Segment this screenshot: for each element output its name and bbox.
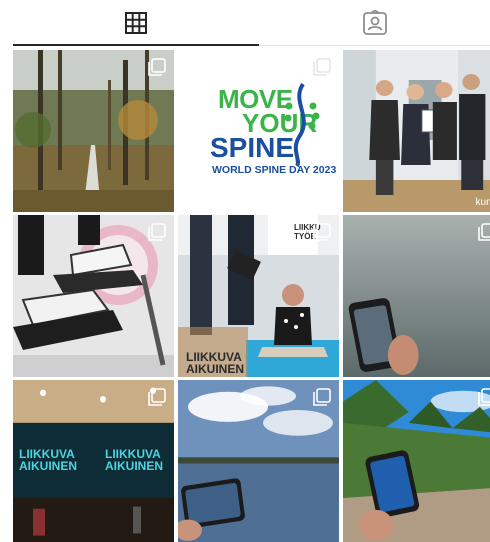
screen-logo-right-line2: AIKUINEN — [105, 459, 164, 473]
kumu-watermark: kumu — [475, 197, 490, 208]
forest-phone-image — [343, 380, 490, 542]
tab-posts-grid[interactable] — [13, 0, 259, 46]
multiple-posts-icon — [478, 388, 490, 406]
logo-line2: AIKUINEN — [186, 362, 245, 376]
tab-tagged[interactable] — [259, 0, 490, 46]
profile-tab-bar — [0, 0, 490, 46]
post-tile-stepper-machine[interactable] — [13, 215, 174, 377]
post-tile-lake-phone[interactable] — [343, 215, 490, 377]
multiple-posts-icon — [148, 388, 166, 406]
grid-icon — [125, 12, 147, 34]
screen-logo-right: LIIKKUVA AIKUINEN — [105, 448, 163, 472]
post-tile-team-photo[interactable]: kumu — [343, 50, 490, 212]
tagged-person-icon — [362, 10, 387, 35]
post-tile-move-your-spine[interactable]: MOVE YOUR SPINE WORLD SPINE DAY 2023 — [178, 50, 339, 212]
multiple-posts-icon — [313, 388, 331, 406]
post-tile-event-hall[interactable]: LIIKKUVA AIKUINEN LIIKKUVA AIKUINEN — [13, 380, 174, 542]
screen-logo-left-line2: AIKUINEN — [19, 459, 78, 473]
multiple-posts-icon — [148, 58, 166, 76]
multiple-posts-icon — [313, 223, 331, 241]
spine-logo-icon — [284, 82, 320, 167]
liikkuva-aikuinen-logo: LIIKKUVA AIKUINEN — [186, 351, 244, 375]
lake-phone-image — [343, 215, 490, 377]
multiple-posts-icon — [313, 58, 331, 76]
post-tile-sky-lake-phone[interactable] — [178, 380, 339, 542]
multiple-posts-icon — [478, 223, 490, 241]
post-tile-meditation[interactable]: LIIKKUVA AIKUINEN LIIKKU TYÖE — [178, 215, 339, 377]
multiple-posts-icon — [148, 223, 166, 241]
screen-logo-left: LIIKKUVA AIKUINEN — [19, 448, 77, 472]
spine-text: SPINE — [210, 132, 295, 163]
team-hallway-image — [343, 50, 490, 212]
posts-grid: MOVE YOUR SPINE WORLD SPINE DAY 2023 ku … — [13, 50, 490, 542]
post-tile-forest-phone[interactable] — [343, 380, 490, 542]
post-tile-forest-path[interactable] — [13, 50, 174, 212]
active-tab-indicator — [13, 44, 259, 46]
